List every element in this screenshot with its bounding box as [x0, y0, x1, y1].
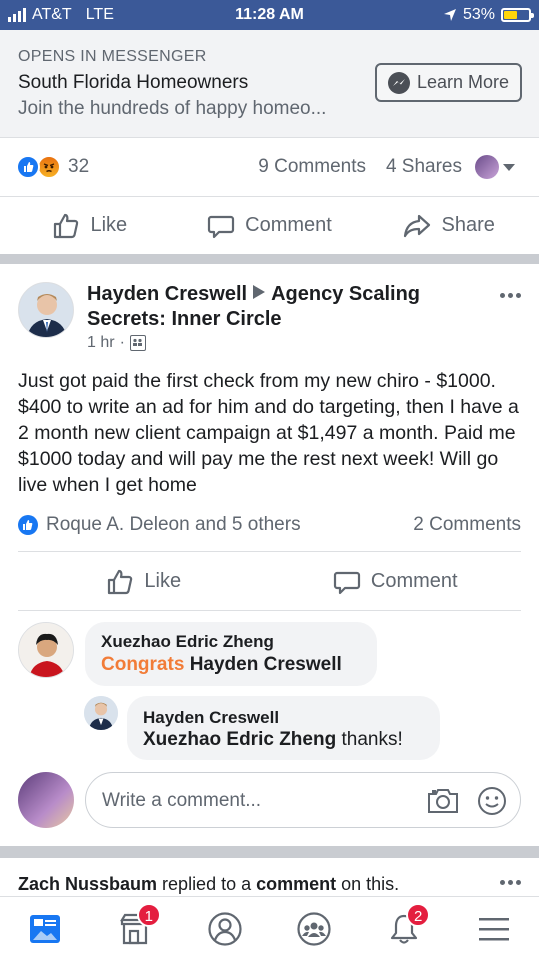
likers-summary[interactable]: Roque A. Deleon and 5 others — [46, 514, 301, 536]
location-arrow-icon — [443, 9, 456, 21]
next-story-suffix: on this. — [336, 874, 400, 894]
tab-menu[interactable] — [449, 897, 539, 960]
feed-divider — [0, 846, 539, 858]
comment-icon — [208, 215, 235, 238]
triangle-right-icon — [253, 285, 266, 299]
comment-item: Xuezhao Edric Zheng Congrats Hayden Cres… — [0, 620, 539, 690]
thumbs-up-icon — [54, 213, 79, 238]
comment-icon — [333, 571, 360, 594]
post-time[interactable]: 1 hr — [87, 334, 115, 352]
comment-bubble[interactable]: Xuezhao Edric Zheng Congrats Hayden Cres… — [85, 622, 377, 686]
reply-text: Xuezhao Edric Zheng thanks! — [143, 729, 403, 751]
commenter-name[interactable]: Xuezhao Edric Zheng — [101, 632, 274, 652]
author-avatar[interactable] — [18, 282, 74, 338]
bottom-tab-bar: 1 2 — [0, 896, 539, 960]
tab-groups[interactable] — [269, 897, 359, 960]
tab-notifications[interactable]: 2 — [359, 897, 449, 960]
notifications-badge: 2 — [406, 903, 431, 927]
ad-title: South Florida Homeowners — [18, 72, 249, 93]
like-reaction-icon — [18, 515, 38, 535]
next-story-object[interactable]: comment — [256, 874, 336, 894]
post-like-button[interactable]: Like — [18, 553, 270, 610]
reply-item: Hayden Creswell Xuezhao Edric Zheng than… — [0, 694, 539, 760]
thumbs-up-icon — [108, 569, 133, 594]
post-meta: 1 hr · — [87, 334, 146, 352]
reply-bubble[interactable]: Hayden Creswell Xuezhao Edric Zheng than… — [127, 696, 440, 760]
comment-label: Comment — [245, 214, 332, 236]
camera-icon[interactable] — [426, 787, 460, 815]
hamburger-menu-icon — [479, 917, 510, 940]
like-label: Like — [90, 214, 128, 236]
messenger-icon — [387, 71, 410, 94]
ad-shares-count[interactable]: 4 Shares — [386, 156, 462, 178]
post-more-menu-icon[interactable] — [500, 293, 521, 298]
current-user-avatar — [18, 772, 74, 828]
next-story-line: Zach Nussbaum replied to a comment on th… — [18, 874, 399, 895]
meta-separator: · — [119, 334, 125, 351]
comment-mention[interactable]: Hayden Creswell — [190, 654, 342, 675]
feed-divider — [0, 254, 539, 264]
marketplace-badge: 1 — [136, 903, 161, 927]
tab-news-feed[interactable] — [0, 897, 90, 960]
author-line: Hayden Creswell Agency Scaling Secrets: I… — [87, 282, 467, 332]
profile-icon — [207, 911, 242, 946]
post-stats-row: Roque A. Deleon and 5 others 2 Comments — [18, 510, 521, 552]
reply-mention[interactable]: Xuezhao Edric Zheng — [143, 729, 336, 750]
post-comments-count[interactable]: 2 Comments — [413, 514, 521, 536]
tab-marketplace[interactable]: 1 — [90, 897, 180, 960]
comment-input-box[interactable] — [85, 772, 521, 828]
share-label: Share — [441, 214, 495, 236]
next-story-actor[interactable]: Zach Nussbaum — [18, 874, 157, 894]
comment-highlight-text: Congrats — [101, 654, 185, 675]
battery-icon — [501, 8, 534, 22]
post-body: Just got paid the first check from my ne… — [18, 370, 519, 496]
reaction-count[interactable]: 32 — [68, 156, 89, 178]
ad-action-bar: Like Comment Share — [0, 196, 539, 254]
ad-stats-row: 32 9 Comments 4 Shares — [0, 138, 539, 196]
post-comment-button[interactable]: Comment — [270, 553, 522, 610]
post-comment-label: Comment — [370, 570, 458, 592]
learn-more-label: Learn More — [416, 72, 510, 92]
learn-more-button[interactable]: Learn More — [375, 63, 522, 102]
author-name[interactable]: Hayden Creswell — [87, 283, 247, 305]
tab-profile[interactable] — [180, 897, 270, 960]
share-as-avatar[interactable] — [475, 155, 499, 179]
commenter-avatar[interactable] — [18, 622, 74, 678]
emoji-icon[interactable] — [476, 785, 508, 817]
news-feed-icon — [29, 914, 60, 943]
ad-description: Join the hundreds of happy homeo... — [18, 98, 327, 119]
groups-icon — [297, 911, 331, 946]
ad-comments-count[interactable]: 9 Comments — [258, 156, 366, 178]
like-button[interactable]: Like — [0, 197, 180, 254]
ad-banner[interactable]: OPENS IN MESSENGER South Florida Homeown… — [0, 30, 539, 138]
like-reaction-icon — [16, 155, 40, 179]
comment-button[interactable]: Comment — [180, 197, 360, 254]
comment-input[interactable] — [102, 787, 412, 815]
next-story-verb: replied to a — [157, 874, 257, 894]
post-like-label: Like — [144, 570, 182, 592]
next-story-header: Zach Nussbaum replied to a comment on th… — [0, 858, 539, 896]
comment-text: Congrats Hayden Creswell — [101, 654, 342, 676]
ad-kicker: OPENS IN MESSENGER — [18, 48, 207, 65]
replier-avatar[interactable] — [84, 696, 118, 730]
group-privacy-icon — [129, 335, 146, 351]
status-bar: AT&T LTE 11:28 AM 53% — [0, 0, 539, 30]
battery-group: 53% — [443, 6, 534, 24]
share-arrow-icon — [404, 214, 431, 237]
replier-name[interactable]: Hayden Creswell — [143, 708, 279, 728]
comment-composer — [0, 770, 539, 832]
angry-reaction-icon — [37, 155, 61, 179]
post-header: Hayden Creswell Agency Scaling Secrets: I… — [0, 264, 539, 354]
share-button[interactable]: Share — [359, 197, 539, 254]
battery-percent: 53% — [462, 6, 495, 23]
post-action-bar: Like Comment — [18, 553, 521, 611]
reply-rest: thanks! — [336, 729, 403, 750]
chevron-down-icon[interactable] — [503, 164, 515, 171]
next-story-more-icon[interactable] — [500, 880, 521, 885]
